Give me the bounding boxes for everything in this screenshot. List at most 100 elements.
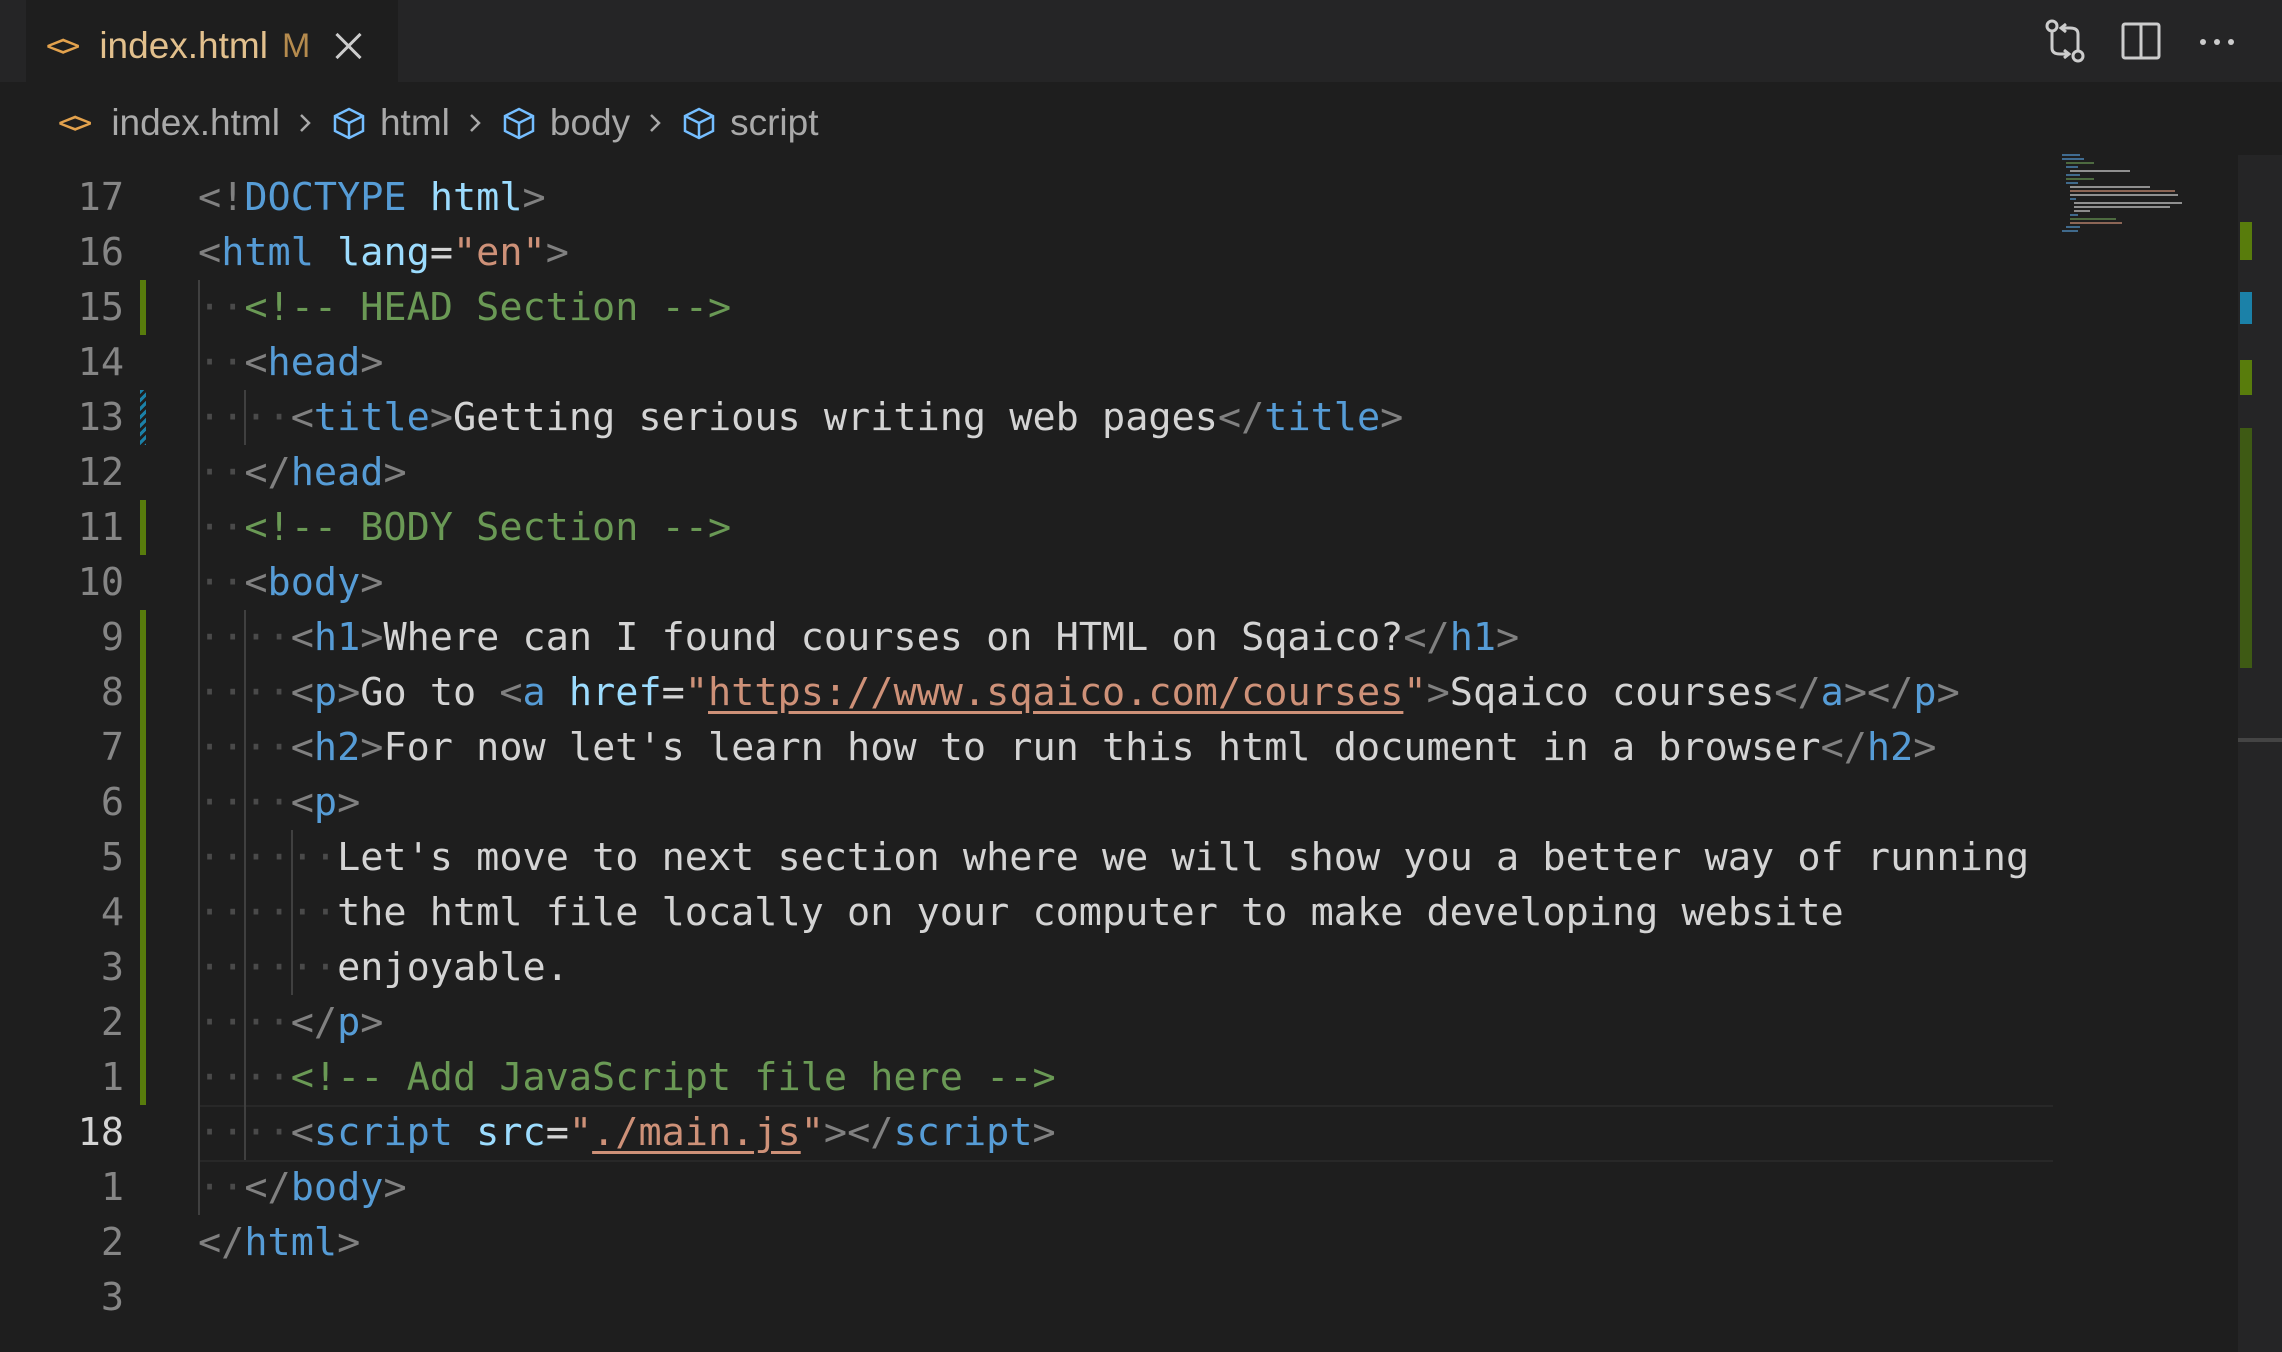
line-number[interactable]: 6 — [40, 775, 124, 830]
breadcrumb-label: html — [379, 102, 450, 143]
code-line[interactable]: ····<p> — [198, 775, 360, 830]
scrollbar-thumb[interactable] — [2238, 738, 2282, 742]
added-line-indicator[interactable] — [140, 775, 146, 830]
breadcrumb-label: script — [730, 102, 819, 143]
code-line[interactable]: ··<body> — [198, 555, 383, 610]
line-number[interactable]: 3 — [40, 1270, 124, 1325]
code-token: a — [1820, 670, 1844, 715]
line-number[interactable]: 9 — [40, 610, 124, 665]
line-number[interactable]: 1 — [40, 1050, 124, 1105]
code-line[interactable]: ······enjoyable. — [198, 940, 569, 995]
code-token: </ — [198, 1220, 245, 1265]
code-token: a — [522, 670, 546, 715]
code-token: body — [290, 1165, 384, 1210]
code-line[interactable]: ····<script src="./main.js"></script> — [198, 1105, 1056, 1160]
line-number[interactable]: 2 — [40, 1215, 124, 1270]
code-line[interactable]: ····<h2>For now let's learn how to run t… — [198, 720, 1936, 775]
added-line-indicator[interactable] — [140, 610, 146, 665]
line-number[interactable]: 1 — [40, 1160, 124, 1215]
tab-index-html[interactable]: <> index.html M — [26, 0, 398, 90]
code-editor[interactable]: 17 <!DOCTYPE html> 16 <html lang="en"> 15 ··<… — [0, 155, 2238, 1352]
code-token: title — [313, 395, 430, 440]
code-token: head — [267, 340, 361, 385]
open-changes-icon[interactable] — [2038, 14, 2092, 68]
code-token: href — [568, 670, 662, 715]
line-number[interactable]: 7 — [40, 720, 124, 775]
added-line-indicator[interactable] — [140, 280, 146, 335]
code-line[interactable]: <!DOCTYPE html> — [198, 170, 546, 225]
code-token: > — [337, 670, 361, 715]
more-actions-icon[interactable] — [2190, 14, 2244, 68]
code-token: < — [244, 340, 268, 385]
code-token: script — [313, 1110, 453, 1155]
code-line[interactable]: ··<!-- BODY Section --> — [198, 500, 731, 555]
code-token: html — [221, 230, 314, 275]
code-token: p — [313, 780, 338, 825]
added-line-indicator[interactable] — [140, 885, 146, 940]
line-number[interactable]: 15 — [40, 280, 124, 335]
added-line-indicator[interactable] — [140, 1050, 146, 1105]
code-token: <!-- Add JavaScript file here --> — [290, 1055, 1056, 1100]
code-token: > — [360, 725, 384, 770]
code-token: enjoyable. — [337, 945, 569, 990]
overview-ruler-modified — [2240, 292, 2252, 324]
added-line-indicator[interactable] — [140, 995, 146, 1050]
code-line[interactable]: ······Let's move to next section where w… — [198, 830, 2029, 885]
added-line-indicator[interactable] — [140, 720, 146, 775]
code-line[interactable]: <html lang="en"> — [198, 225, 569, 280]
line-number[interactable]: 3 — [40, 940, 124, 995]
code-line[interactable]: ··</head> — [198, 445, 407, 500]
code-line[interactable]: ····</p> — [198, 995, 383, 1050]
line-number[interactable]: 4 — [40, 885, 124, 940]
close-icon[interactable] — [334, 32, 362, 60]
code-token: < — [290, 725, 314, 770]
split-editor-icon[interactable] — [2114, 14, 2168, 68]
code-token: Where can I found courses on HTML on Sqa… — [383, 615, 1404, 660]
code-token: ./main.js — [592, 1110, 801, 1155]
chevron-right-icon — [300, 114, 311, 132]
added-line-indicator[interactable] — [140, 665, 146, 720]
breadcrumb-item-body[interactable]: body — [500, 102, 630, 144]
code-token: < — [290, 615, 314, 660]
code-token: > — [383, 1165, 407, 1210]
code-token: h2 — [313, 725, 361, 770]
code-line[interactable]: ····<!-- Add JavaScript file here --> — [198, 1050, 1056, 1105]
code-token: > — [360, 560, 384, 605]
line-number[interactable]: 17 — [40, 170, 124, 225]
line-number[interactable]: 12 — [40, 445, 124, 500]
added-line-indicator[interactable] — [140, 500, 146, 555]
code-line[interactable]: ··</body> — [198, 1160, 407, 1215]
line-number[interactable]: 18 — [40, 1105, 124, 1160]
line-number[interactable]: 16 — [40, 225, 124, 280]
line-number[interactable]: 5 — [40, 830, 124, 885]
minimap[interactable] — [2050, 150, 2190, 240]
code-line[interactable]: ····<title>Getting serious writing web p… — [198, 390, 1403, 445]
breadcrumb-item-file[interactable]: <> index.html — [58, 102, 280, 144]
code-line[interactable]: ··<!-- HEAD Section --> — [198, 280, 731, 335]
line-number[interactable]: 8 — [40, 665, 124, 720]
code-token: </ — [244, 1165, 291, 1210]
code-token: = — [661, 670, 685, 715]
line-number[interactable]: 10 — [40, 555, 124, 610]
vertical-scrollbar[interactable] — [2238, 155, 2282, 1352]
code-token: lang — [337, 230, 430, 275]
breadcrumb-item-html[interactable]: html — [330, 102, 450, 144]
code-token: > — [1913, 725, 1937, 770]
code-line[interactable]: ······the html file locally on your comp… — [198, 885, 1844, 940]
tab-title: index.html — [99, 25, 268, 66]
line-number[interactable]: 11 — [40, 500, 124, 555]
line-number[interactable]: 14 — [40, 335, 124, 390]
line-number[interactable]: 13 — [40, 390, 124, 445]
line-number[interactable]: 2 — [40, 995, 124, 1050]
indent-whitespace: ······ — [198, 945, 338, 990]
added-line-indicator[interactable] — [140, 830, 146, 885]
code-line[interactable]: </html> — [198, 1215, 360, 1270]
code-line[interactable]: ····<p>Go to <a href="https://www.sqaico… — [198, 665, 1960, 720]
added-line-indicator[interactable] — [140, 940, 146, 995]
code-icon: <> — [58, 105, 92, 141]
modified-line-indicator[interactable] — [140, 390, 146, 445]
code-line[interactable]: ··<head> — [198, 335, 383, 390]
breadcrumb-item-script[interactable]: script — [680, 102, 819, 144]
code-line[interactable]: ····<h1>Where can I found courses on HTM… — [198, 610, 1519, 665]
